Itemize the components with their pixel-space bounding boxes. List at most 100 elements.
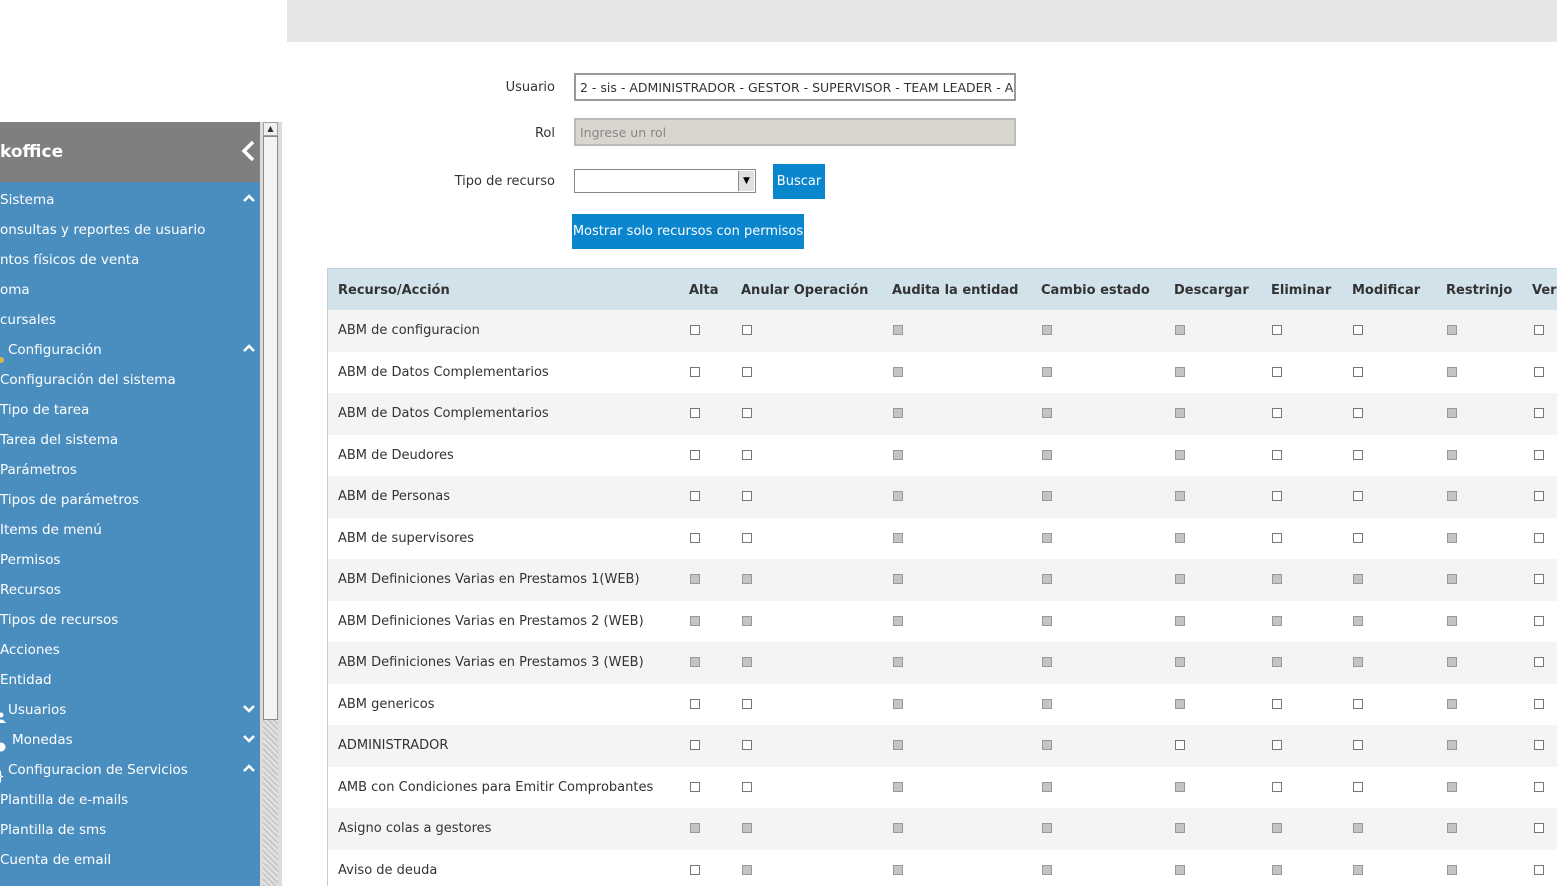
- permission-checkbox[interactable]: [1534, 823, 1544, 833]
- scroll-up-arrow-icon[interactable]: ▲: [263, 122, 278, 136]
- chevron-down-icon[interactable]: [242, 695, 256, 725]
- permission-checkbox[interactable]: [1534, 698, 1544, 709]
- permission-checkbox[interactable]: [742, 698, 752, 709]
- sidebar-item[interactable]: Plantilla de sms: [0, 815, 260, 845]
- permission-checkbox[interactable]: [1534, 366, 1544, 377]
- chevron-up-icon[interactable]: [242, 335, 256, 365]
- permission-checkbox[interactable]: [1534, 781, 1544, 792]
- sidebar-item[interactable]: Tipo de tarea: [0, 395, 260, 425]
- permission-checkbox[interactable]: [742, 325, 752, 335]
- permission-checkbox[interactable]: [1353, 491, 1363, 501]
- permission-checkbox[interactable]: [690, 408, 700, 418]
- permission-checkbox[interactable]: [1353, 698, 1363, 709]
- sidebar-item[interactable]: Acciones: [0, 635, 260, 665]
- permission-checkbox[interactable]: [1353, 740, 1363, 750]
- permission-checkbox[interactable]: [1534, 574, 1544, 584]
- permission-checkbox[interactable]: [1175, 740, 1185, 750]
- column-header[interactable]: Restrinjo: [1446, 269, 1512, 311]
- permission-checkbox[interactable]: [1272, 532, 1282, 543]
- permission-checkbox[interactable]: [1272, 491, 1282, 501]
- column-header[interactable]: Alta: [689, 269, 719, 311]
- sidebar-item[interactable]: Recursos: [0, 575, 260, 605]
- rol-input[interactable]: Ingrese un rol: [574, 118, 1016, 146]
- sidebar-item[interactable]: Items de menú: [0, 515, 260, 545]
- sidebar-item[interactable]: onsultas y reportes de usuario: [0, 215, 260, 245]
- permission-checkbox[interactable]: [690, 781, 700, 792]
- permission-checkbox[interactable]: [742, 740, 752, 750]
- column-header[interactable]: Eliminar: [1271, 269, 1331, 311]
- permission-checkbox[interactable]: [1272, 740, 1282, 750]
- sidebar-item[interactable]: Configuración: [0, 335, 260, 365]
- permission-checkbox[interactable]: [1353, 532, 1363, 543]
- sidebar-item[interactable]: Tarea del sistema: [0, 425, 260, 455]
- sidebar-item[interactable]: Tipos de recursos: [0, 605, 260, 635]
- permission-checkbox[interactable]: [742, 366, 752, 377]
- column-header[interactable]: Cambio estado: [1041, 269, 1150, 311]
- sidebar-item[interactable]: Usuarios: [0, 695, 260, 725]
- permission-checkbox[interactable]: [690, 698, 700, 709]
- sidebar-item[interactable]: Plantilla de e-mails: [0, 785, 260, 815]
- chevron-down-icon[interactable]: [242, 725, 256, 755]
- buscar-button[interactable]: Buscar: [773, 164, 825, 199]
- mostrar-permisos-button[interactable]: Mostrar solo recursos con permisos: [572, 214, 804, 249]
- usuario-input[interactable]: 2 - sis - ADMINISTRADOR - GESTOR - SUPER…: [574, 73, 1016, 101]
- column-header[interactable]: Anular Operación: [741, 269, 868, 311]
- permission-checkbox[interactable]: [690, 366, 700, 377]
- column-header[interactable]: Ver: [1532, 269, 1557, 311]
- permission-checkbox[interactable]: [1534, 325, 1544, 335]
- column-header[interactable]: Recurso/Acción: [338, 269, 450, 311]
- permission-checkbox[interactable]: [1272, 698, 1282, 709]
- permission-checkbox[interactable]: [690, 740, 700, 750]
- chevron-up-icon[interactable]: [242, 185, 256, 215]
- sidebar-item[interactable]: [0, 875, 260, 886]
- sidebar-item[interactable]: cursales: [0, 305, 260, 335]
- dropdown-arrow-icon[interactable]: ▼: [738, 171, 754, 191]
- column-header[interactable]: Modificar: [1352, 269, 1420, 311]
- permission-checkbox[interactable]: [690, 325, 700, 335]
- permission-checkbox[interactable]: [1534, 657, 1544, 667]
- permission-checkbox[interactable]: [1534, 532, 1544, 543]
- permission-checkbox[interactable]: [742, 491, 752, 501]
- permission-checkbox[interactable]: [1353, 325, 1363, 335]
- permission-checkbox[interactable]: [1353, 449, 1363, 460]
- sidebar-item[interactable]: Monedas: [0, 725, 260, 755]
- permission-checkbox[interactable]: [1272, 781, 1282, 792]
- sidebar-item[interactable]: Configuración del sistema: [0, 365, 260, 395]
- permission-checkbox[interactable]: [1534, 615, 1544, 626]
- sidebar-item[interactable]: Permisos: [0, 545, 260, 575]
- permission-checkbox[interactable]: [1272, 449, 1282, 460]
- column-header[interactable]: Audita la entidad: [892, 269, 1018, 311]
- sidebar-item[interactable]: Cuenta de email: [0, 845, 260, 875]
- permission-checkbox[interactable]: [742, 449, 752, 460]
- sidebar-item[interactable]: ntos físicos de venta: [0, 245, 260, 275]
- sidebar-scrollbar[interactable]: ▲: [260, 122, 282, 886]
- sidebar-item[interactable]: Entidad: [0, 665, 260, 695]
- permission-checkbox[interactable]: [1534, 491, 1544, 501]
- permission-checkbox[interactable]: [1353, 408, 1363, 418]
- scrollbar-thumb[interactable]: [263, 136, 278, 720]
- permission-checkbox[interactable]: [742, 781, 752, 792]
- permission-checkbox[interactable]: [1353, 366, 1363, 377]
- permission-checkbox[interactable]: [742, 408, 752, 418]
- chevron-up-icon[interactable]: [242, 755, 256, 785]
- permission-checkbox[interactable]: [1272, 325, 1282, 335]
- permission-checkbox[interactable]: [690, 491, 700, 501]
- permission-checkbox[interactable]: [742, 532, 752, 543]
- sidebar-item[interactable]: oma: [0, 275, 260, 305]
- permission-checkbox[interactable]: [1534, 408, 1544, 418]
- permission-checkbox[interactable]: [1534, 740, 1544, 750]
- sidebar-item[interactable]: Sistema: [0, 185, 260, 215]
- permission-checkbox[interactable]: [690, 864, 700, 875]
- permission-checkbox[interactable]: [1272, 366, 1282, 377]
- sidebar-item[interactable]: }Configuracion de Servicios: [0, 755, 260, 785]
- permission-checkbox[interactable]: [1534, 449, 1544, 460]
- permission-checkbox[interactable]: [1353, 781, 1363, 792]
- chevron-left-icon[interactable]: [238, 140, 258, 164]
- permission-checkbox[interactable]: [690, 532, 700, 543]
- permission-checkbox[interactable]: [690, 449, 700, 460]
- sidebar-item[interactable]: Tipos de parámetros: [0, 485, 260, 515]
- sidebar-item[interactable]: Parámetros: [0, 455, 260, 485]
- permission-checkbox[interactable]: [1534, 864, 1544, 875]
- tipo-recurso-select[interactable]: ▼: [574, 169, 756, 193]
- permission-checkbox[interactable]: [1272, 408, 1282, 418]
